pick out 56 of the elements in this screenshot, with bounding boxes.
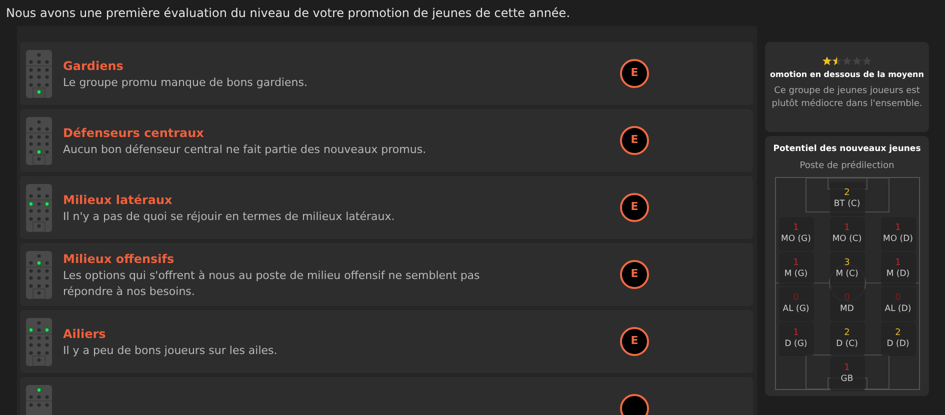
- position-count: 2: [895, 328, 901, 340]
- position-label: MD: [840, 304, 854, 316]
- position-label: D (G): [784, 339, 808, 350]
- grade-badge: E: [620, 59, 649, 88]
- position-count: 2: [844, 188, 850, 200]
- grade-badge: E: [620, 327, 649, 356]
- position-count: 1: [844, 363, 850, 374]
- position-label: M (G): [784, 269, 808, 280]
- position-label: M (D): [886, 269, 910, 280]
- position-label: D (D): [886, 339, 910, 350]
- position-count: 2: [844, 328, 850, 340]
- position-count: 1: [895, 258, 901, 270]
- potential-title: Potentiel des nouveaux jeunes: [773, 143, 921, 156]
- group-title: Milieux latéraux: [63, 192, 174, 208]
- group-title: Défenseurs centraux: [63, 124, 205, 142]
- position-label: MO (G): [781, 234, 811, 246]
- position-label: BT (C): [834, 199, 860, 210]
- grade-badge: E: [620, 126, 649, 155]
- position-label: D (C): [836, 339, 858, 350]
- position-label: GB: [840, 374, 854, 386]
- group-description: Il n'y a pas de quoi se réjouir en termes de milieux latéraux.: [63, 208, 396, 224]
- position-count: 1: [844, 223, 850, 234]
- position-count: 0: [895, 293, 901, 304]
- intro-text: Nous avons une première évaluation du niveau de votre promotion de jeunes de cette année.: [5, 5, 572, 22]
- group-description: Le groupe promu manque de bons gardiens.: [63, 74, 308, 90]
- star-icon: [822, 56, 832, 66]
- formation-icon: [26, 318, 52, 366]
- formation-icon: [26, 50, 52, 98]
- position-label: MO (C): [832, 234, 862, 246]
- position-count: 1: [793, 328, 799, 340]
- position-count: 0: [844, 293, 850, 304]
- position-label: AL (G): [782, 304, 810, 316]
- grade-badge: E: [620, 193, 649, 222]
- position-count: 3: [844, 258, 850, 270]
- grade-badge: [620, 394, 649, 415]
- position-count: 1: [793, 223, 799, 234]
- formation-icon: [26, 184, 52, 232]
- group-description: Il y a peu de bons joueurs sur les ailes.: [63, 342, 278, 358]
- group-description: Les options qui s'offrent à nous au poste de milieu offensif ne semblent pas répondre à nos besoins.: [63, 268, 481, 300]
- position-label: AL (D): [884, 304, 912, 316]
- group-title: Milieux offensifs: [63, 250, 176, 268]
- formation-icon: [26, 250, 52, 298]
- grade-badge: E: [620, 260, 649, 289]
- position-count: 0: [793, 293, 799, 304]
- position-count: 1: [793, 258, 799, 270]
- star-icon: [832, 56, 842, 66]
- group-description: Aucun bon défenseur central ne fait partie des nouveaux promus.: [63, 142, 428, 158]
- position-count: 1: [895, 223, 901, 234]
- position-label: MO (D): [883, 234, 913, 246]
- group-title: Gardiens: [63, 58, 124, 74]
- potential-subtitle: Poste de prédilection: [800, 160, 894, 173]
- group-title: Ailiers: [63, 326, 107, 342]
- formation-icon: [26, 116, 52, 164]
- rating-title: omotion en dessous de la moyenn: [770, 69, 924, 81]
- rating-description: Ce groupe de jeunes joueurs est plutôt médiocre dans l'ensemble.: [770, 85, 924, 111]
- position-label: M (C): [836, 269, 858, 280]
